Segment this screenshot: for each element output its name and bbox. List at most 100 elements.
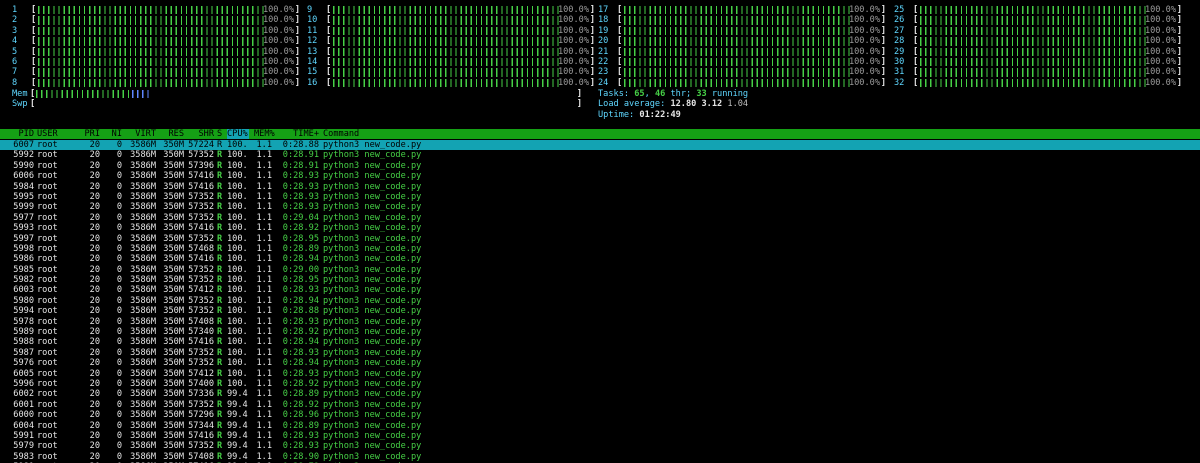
process-mem: 1.1 [256, 150, 272, 161]
cpu-percent: 100.0% [1144, 46, 1176, 57]
process-row[interactable]: 5995 root 20 0 3586M 350M 57352 R 100. 1.1 0:28.93… [0, 192, 1200, 202]
cpu-percent: 100.0% [1144, 25, 1176, 36]
process-s: R [217, 233, 223, 244]
process-user: root [37, 295, 58, 306]
cpu-usage-bar [624, 78, 852, 88]
process-row[interactable]: 5992 root 20 0 3586M 350M 57352 R 100. 1.1 0:28.91… [0, 150, 1200, 160]
column-header-res[interactable]: RES [160, 129, 184, 139]
process-row[interactable]: 5987 root 20 0 3586M 350M 57352 R 100. 1.1 0:28.93… [0, 348, 1200, 358]
process-row[interactable]: 5984 root 20 0 3586M 350M 57416 R 100. 1.1 0:28.93… [0, 182, 1200, 192]
process-row[interactable]: 5998 root 20 0 3586M 350M 57468 R 100. 1.1 0:28.89… [0, 244, 1200, 254]
process-cpu: 100. [227, 202, 248, 213]
process-ni: 0 [116, 368, 122, 379]
process-virt: 3586M [130, 243, 156, 254]
process-user: root [37, 399, 58, 410]
cpu-percent: 100.0% [1144, 77, 1176, 88]
process-mem: 1.1 [256, 399, 272, 410]
process-row[interactable]: 5988 root 20 0 3586M 350M 57416 R 100. 1.1 0:28.94… [0, 337, 1200, 347]
column-header-shr[interactable]: SHR [186, 129, 214, 139]
column-header-pid[interactable]: PID [0, 129, 34, 139]
process-row[interactable]: 5999 root 20 0 3586M 350M 57352 R 100. 1.1 0:28.93… [0, 202, 1200, 212]
process-row[interactable]: 5994 root 20 0 3586M 350M 57352 R 100. 1.1 0:28.88… [0, 306, 1200, 316]
process-row[interactable]: 5980 root 20 0 3586M 350M 57352 R 100. 1.1 0:28.94… [0, 296, 1200, 306]
column-header-time[interactable]: TIME+ [281, 129, 319, 139]
column-header-cpu-sorted[interactable]: CPU% [227, 129, 249, 140]
process-row[interactable]: 6004 root 20 0 3586M 350M 57344 R 99.4 1.1 0:28.89… [0, 421, 1200, 431]
process-row[interactable]: 5990 root 20 0 3586M 350M 57396 R 100. 1.1 0:28.91… [0, 161, 1200, 171]
meter-bracket-left: [ [617, 67, 623, 78]
process-row[interactable]: 6005 root 20 0 3586M 350M 57412 R 100. 1.1 0:28.93… [0, 369, 1200, 379]
process-pid: 5978 [13, 316, 34, 327]
process-pri: 20 [89, 441, 100, 452]
process-row[interactable]: 5979 root 20 0 3586M 350M 57352 R 99.4 1.1 0:28.93… [0, 441, 1200, 451]
process-pri: 20 [89, 399, 100, 410]
process-cpu: 100. [227, 347, 248, 358]
process-row[interactable]: 5977 root 20 0 3586M 350M 57352 R 100. 1.1 0:29.04… [0, 213, 1200, 223]
process-virt: 3586M [130, 181, 156, 192]
process-row[interactable]: 6002 root 20 0 3586M 350M 57336 R 99.4 1.1 0:28.89… [0, 389, 1200, 399]
mem-bracket-right: ] [576, 89, 582, 99]
column-header-mem[interactable]: MEM% [254, 129, 275, 139]
swp-label: Swp [12, 99, 28, 110]
process-cmd: python3 new_code.py [323, 337, 422, 348]
process-row[interactable]: 6006 root 20 0 3586M 350M 57416 R 100. 1.1 0:28.93… [0, 171, 1200, 181]
process-row[interactable]: 6000 root 20 0 3586M 350M 57296 R 99.4 1.1 0:28.96… [0, 410, 1200, 420]
process-pri: 20 [89, 150, 100, 161]
cpu-number: 30 [894, 56, 905, 67]
column-header-command[interactable]: Command [323, 129, 359, 139]
process-row[interactable]: 5983 root 20 0 3586M 350M 57408 R 99.4 1.1 0:28.90… [0, 452, 1200, 462]
process-row[interactable]: 5991 root 20 0 3586M 350M 57416 R 99.4 1.1 0:28.93… [0, 431, 1200, 441]
process-user: root [37, 451, 58, 462]
process-cmd: python3 new_code.py [323, 430, 422, 441]
process-row[interactable]: 5997 root 20 0 3586M 350M 57352 R 100. 1.1 0:28.95… [0, 234, 1200, 244]
process-time: 0:28.90 [282, 451, 319, 462]
meter-bracket-left: [ [31, 36, 37, 47]
process-ni: 0 [116, 202, 122, 213]
cpu-usage-bar [38, 47, 266, 56]
cpu-meter-20: 20 [100.0%] [598, 36, 886, 46]
process-shr: 57416 [188, 254, 214, 265]
process-row[interactable]: 5982 root 20 0 3586M 350M 57352 R 100. 1.1 0:28.95… [0, 275, 1200, 285]
process-user: root [37, 160, 58, 171]
process-list: 6007 root 20 0 3586M 350M 57224 R 100. 1.1 0:28.88… [0, 140, 1200, 463]
process-pri: 20 [89, 420, 100, 431]
process-row[interactable]: 5996 root 20 0 3586M 350M 57400 R 100. 1.1 0:28.92… [0, 379, 1200, 389]
cpu-number: 31 [894, 67, 905, 78]
cpu-meter-column-1: 1 [100.0%] 2 [100.0%] 3 [100.0%] 4 [100.0%] 5 [10… [12, 5, 300, 88]
column-header-ni[interactable]: NI [108, 129, 122, 139]
process-pid: 5989 [13, 327, 34, 338]
process-row[interactable]: 5986 root 20 0 3586M 350M 57416 R 100. 1.1 0:28.94… [0, 254, 1200, 264]
process-row[interactable]: 5985 root 20 0 3586M 350M 57352 R 100. 1.1 0:29.00… [0, 265, 1200, 275]
column-header-virt[interactable]: VIRT [126, 129, 156, 139]
column-header-state[interactable]: S [217, 129, 225, 139]
process-row[interactable]: 5978 root 20 0 3586M 350M 57408 R 100. 1.1 0:28.93… [0, 317, 1200, 327]
meter-bracket-left: [ [31, 25, 37, 36]
cpu-number: 10 [307, 15, 318, 26]
process-row[interactable]: 6003 root 20 0 3586M 350M 57412 R 100. 1.1 0:28.93… [0, 285, 1200, 295]
cpu-usage-bar [38, 57, 266, 67]
process-row[interactable]: 5989 root 20 0 3586M 350M 57340 R 100. 1.1 0:28.92… [0, 327, 1200, 337]
process-shr: 57336 [188, 389, 214, 400]
meter-bracket-left: [ [326, 36, 332, 47]
process-res: 350M [163, 264, 184, 275]
cpu-usage-bar [920, 78, 1148, 88]
meter-bracket-left: [ [326, 15, 332, 26]
process-res: 350M [163, 275, 184, 286]
process-row[interactable]: 5993 root 20 0 3586M 350M 57416 R 100. 1.1 0:28.92… [0, 223, 1200, 233]
process-row-selected[interactable]: 6007 root 20 0 3586M 350M 57224 R 100. 1.1 0:28.88… [0, 140, 1200, 151]
process-time: 0:28.93 [282, 171, 319, 182]
process-row[interactable]: 6001 root 20 0 3586M 350M 57352 R 99.4 1.1 0:28.92… [0, 400, 1200, 410]
column-header-pri[interactable]: PRI [82, 129, 100, 139]
process-s: R [217, 420, 223, 431]
process-row[interactable]: 5976 root 20 0 3586M 350M 57352 R 100. 1.1 0:28.94… [0, 358, 1200, 368]
process-mem: 1.1 [256, 410, 272, 421]
process-time: 0:28.93 [282, 368, 319, 379]
process-s: R [217, 399, 223, 410]
process-pid: 5980 [13, 295, 34, 306]
process-ni: 0 [116, 191, 122, 202]
process-ni: 0 [116, 399, 122, 410]
column-header-user[interactable]: USER [37, 129, 58, 139]
process-shr: 57352 [188, 358, 214, 369]
process-pri: 20 [89, 306, 100, 317]
running-count: 33 [696, 89, 707, 99]
